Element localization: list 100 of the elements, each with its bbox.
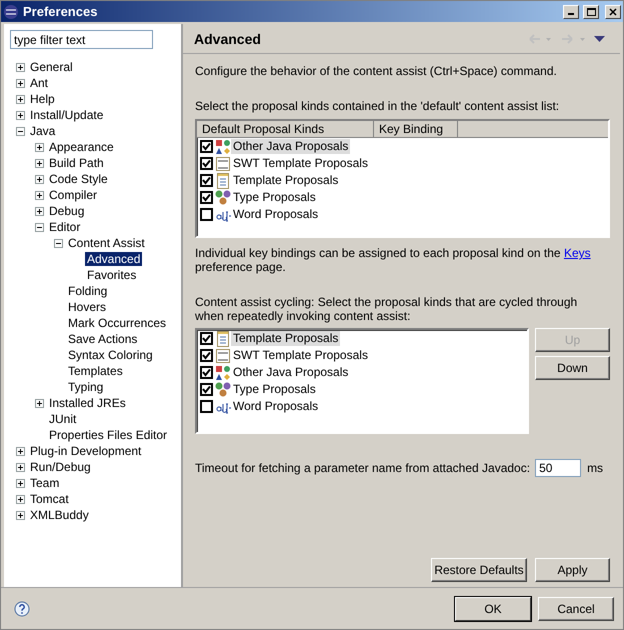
tree-item[interactable]: Debug (47, 204, 86, 218)
help-icon[interactable] (14, 600, 30, 616)
tree-item[interactable]: Help (28, 92, 57, 106)
minimize-button[interactable] (563, 4, 579, 18)
proposal-label[interactable]: Word Proposals (231, 399, 320, 414)
proposal-label[interactable]: Word Proposals (231, 207, 320, 222)
expand-icon[interactable] (16, 462, 25, 472)
checkbox[interactable] (200, 349, 213, 362)
shapes-icon (215, 364, 231, 380)
page-title: Advanced (194, 30, 261, 46)
checkbox[interactable] (200, 208, 213, 221)
close-icon (609, 8, 617, 16)
tree-item[interactable]: Favorites (85, 268, 138, 282)
collapse-icon[interactable] (35, 222, 44, 232)
expand-icon[interactable] (35, 398, 44, 408)
template-icon (215, 156, 231, 172)
tree-item[interactable]: Appearance (47, 140, 116, 154)
list-caption: Select the proposal kinds contained in the 'default' content assist list: (195, 99, 560, 113)
timeout-label: Timeout for fetching a parameter name from attached Javadoc: (195, 461, 530, 475)
expand-icon[interactable] (35, 142, 44, 152)
expand-icon[interactable] (16, 110, 25, 120)
tree-item[interactable]: Plug-in Development (28, 444, 144, 458)
tree-item[interactable]: Folding (66, 284, 110, 298)
tree-item[interactable]: Installed JREs (47, 396, 128, 410)
maximize-icon (586, 8, 596, 16)
tree-item[interactable]: Mark Occurrences (66, 316, 168, 330)
proposal-label[interactable]: SWT Template Proposals (231, 156, 370, 171)
document-icon (215, 172, 231, 188)
tree-item[interactable]: Build Path (47, 156, 106, 170)
tree-item[interactable]: Properties Files Editor (47, 428, 170, 442)
ok-button[interactable]: OK (455, 596, 531, 620)
tree-item[interactable]: Team (28, 476, 62, 490)
expand-icon[interactable] (16, 494, 25, 504)
checkbox[interactable] (200, 174, 213, 187)
proposal-label[interactable]: Type Proposals (231, 382, 318, 397)
keys-link[interactable]: Keys (564, 246, 591, 260)
checkbox[interactable] (200, 157, 213, 170)
expand-icon[interactable] (16, 510, 25, 520)
collapse-icon[interactable] (54, 238, 63, 248)
template-icon (215, 348, 231, 364)
proposal-label[interactable]: Template Proposals (231, 331, 340, 346)
tree-item[interactable]: Tomcat (28, 492, 71, 506)
checkbox[interactable] (200, 332, 213, 345)
tree-item[interactable]: Content Assist (66, 236, 147, 250)
tree-item[interactable]: Save Actions (66, 332, 140, 346)
close-button[interactable] (605, 4, 621, 18)
tree-item[interactable]: Hovers (66, 300, 108, 314)
tree-item[interactable]: Run/Debug (28, 460, 93, 474)
circles-icon (215, 382, 231, 398)
tree-item[interactable]: Editor (47, 220, 82, 234)
restore-defaults-button[interactable]: Restore Defaults (431, 558, 527, 582)
filter-field[interactable]: type filter text (10, 30, 153, 49)
expand-icon[interactable] (16, 446, 25, 456)
tree-item[interactable]: JUnit (47, 412, 78, 426)
tree-item[interactable]: Typing (66, 380, 106, 394)
expand-icon[interactable] (16, 94, 25, 104)
checkbox[interactable] (200, 140, 213, 153)
maximize-button[interactable] (583, 4, 599, 18)
proposal-label[interactable]: Other Java Proposals (231, 139, 350, 154)
tree-item[interactable]: Advanced (85, 252, 142, 266)
expand-icon[interactable] (16, 62, 25, 72)
collapse-icon[interactable] (16, 126, 25, 136)
tree-item[interactable]: Code Style (47, 172, 110, 186)
proposal-label[interactable]: Type Proposals (231, 190, 318, 205)
tree-item[interactable]: Java (28, 124, 58, 138)
unit-label: ms (587, 461, 604, 475)
document-icon (215, 330, 231, 346)
checkbox[interactable] (200, 400, 213, 413)
window-title: Preferences (23, 4, 98, 19)
proposal-label[interactable]: SWT Template Proposals (231, 348, 370, 363)
column-header[interactable]: Key Binding (374, 121, 458, 138)
tree-item[interactable]: Compiler (47, 188, 100, 202)
timeout-field[interactable]: 50 (535, 459, 582, 477)
proposal-label[interactable]: Other Java Proposals (231, 365, 350, 380)
tree-item[interactable]: Syntax Coloring (66, 348, 155, 362)
expand-icon[interactable] (35, 190, 44, 200)
tree-item[interactable]: XMLBuddy (28, 508, 91, 522)
expand-icon[interactable] (35, 206, 44, 216)
down-button[interactable]: Down (535, 356, 610, 380)
tree-item[interactable]: Install/Update (28, 108, 106, 122)
tree-item[interactable]: General (28, 60, 75, 74)
list-caption: Content assist cycling: Select the proposal kinds that are cycled through when repeatedly invoking content assist: (195, 295, 578, 323)
column-header[interactable]: Default Proposal Kinds (197, 121, 374, 138)
proposal-label[interactable]: Template Proposals (231, 173, 340, 188)
apply-button[interactable]: Apply (535, 558, 610, 582)
expand-icon[interactable] (35, 174, 44, 184)
expand-icon[interactable] (16, 478, 25, 488)
checkbox[interactable] (200, 383, 213, 396)
expand-icon[interactable] (35, 158, 44, 168)
keys-note: Individual key bindings can be assigned to each proposal kind on the Keys preference page. (195, 246, 592, 274)
app-icon (3, 4, 19, 20)
circles-icon (215, 190, 231, 206)
checkbox[interactable] (200, 191, 213, 204)
cancel-button[interactable]: Cancel (538, 596, 614, 620)
tree-item[interactable]: Templates (66, 364, 125, 378)
checkbox[interactable] (200, 366, 213, 379)
shapes-icon (215, 138, 231, 154)
intro-text: Configure the behavior of the content assist (Ctrl+Space) command. (195, 64, 558, 78)
tree-item[interactable]: Ant (28, 76, 50, 90)
expand-icon[interactable] (16, 78, 25, 88)
